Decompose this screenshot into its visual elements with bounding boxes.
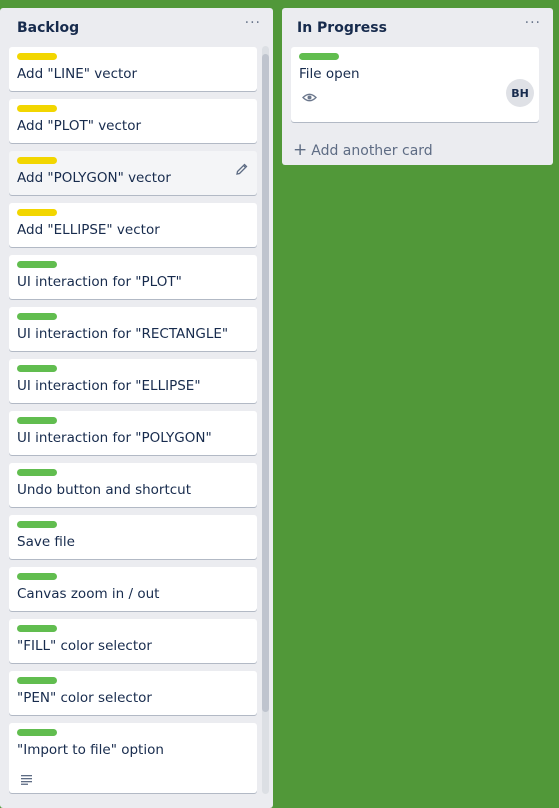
card-label-green	[17, 521, 57, 528]
card-title: Save file	[17, 534, 75, 550]
card-label-yellow	[17, 53, 57, 60]
card[interactable]: Save file	[9, 515, 257, 559]
eye-icon	[302, 88, 317, 107]
card-title: Undo button and shortcut	[17, 482, 192, 498]
add-card-button[interactable]: + Add another card	[293, 140, 433, 160]
card-title: "Import to file" option	[17, 742, 164, 758]
card[interactable]: "Import to file" option	[9, 723, 257, 793]
card-label-green	[17, 573, 57, 580]
card[interactable]: "FILL" color selector	[9, 619, 257, 663]
card-title: File open	[299, 66, 360, 82]
card[interactable]: UI interaction for "RECTANGLE"	[9, 307, 257, 351]
card-title: Canvas zoom in / out	[17, 586, 160, 602]
card[interactable]: Add "PLOT" vector	[9, 99, 257, 143]
card-label-yellow	[17, 157, 57, 164]
card[interactable]: UI interaction for "POLYGON"	[9, 411, 257, 455]
card-label-green	[17, 469, 57, 476]
list-backlog: Backlog ··· Add "LINE" vector Add "PLOT" …	[0, 8, 273, 808]
card-title: "PEN" color selector	[17, 690, 152, 706]
card-label-green	[17, 261, 57, 268]
card-label-green	[17, 365, 57, 372]
list-title[interactable]: In Progress	[297, 20, 387, 36]
card[interactable]: UI interaction for "PLOT"	[9, 255, 257, 299]
card[interactable]: Canvas zoom in / out	[9, 567, 257, 611]
card-title: Add "PLOT" vector	[17, 118, 142, 134]
add-card-label: Add another card	[311, 143, 433, 159]
description-icon	[20, 770, 33, 789]
card[interactable]: UI interaction for "ELLIPSE"	[9, 359, 257, 403]
card-label-green	[17, 625, 57, 632]
card[interactable]: File open BH	[291, 47, 539, 122]
card-label-yellow	[17, 105, 57, 112]
card-title: Add "LINE" vector	[17, 66, 138, 82]
card-title: UI interaction for "PLOT"	[17, 274, 182, 290]
list-menu-button[interactable]: ···	[525, 15, 541, 31]
card[interactable]: Add "POLYGON" vector	[9, 151, 257, 195]
scrollbar-thumb[interactable]	[262, 54, 269, 712]
card-label-green	[17, 313, 57, 320]
card-title: Add "POLYGON" vector	[17, 170, 171, 186]
list-header: Backlog ···	[0, 8, 273, 48]
list-menu-button[interactable]: ···	[245, 15, 261, 31]
card-label-green	[17, 729, 57, 736]
card[interactable]: Add "ELLIPSE" vector	[9, 203, 257, 247]
card-title: UI interaction for "RECTANGLE"	[17, 326, 229, 342]
card-title: UI interaction for "ELLIPSE"	[17, 378, 201, 394]
card-title: UI interaction for "POLYGON"	[17, 430, 212, 446]
edit-pencil-icon[interactable]	[235, 161, 249, 175]
list-header: In Progress ···	[282, 8, 553, 48]
card-title: "FILL" color selector	[17, 638, 152, 654]
card-label-green	[17, 417, 57, 424]
card[interactable]: Add "LINE" vector	[9, 47, 257, 91]
card[interactable]: Undo button and shortcut	[9, 463, 257, 507]
card[interactable]: "PEN" color selector	[9, 671, 257, 715]
list-title[interactable]: Backlog	[17, 20, 79, 36]
card-label-yellow	[17, 209, 57, 216]
card-label-green	[17, 677, 57, 684]
plus-icon: +	[293, 140, 308, 160]
member-avatar[interactable]: BH	[506, 79, 534, 107]
card-label-green	[299, 53, 339, 60]
card-title: Add "ELLIPSE" vector	[17, 222, 160, 238]
list-in-progress: In Progress ··· File open BH + Add another…	[282, 8, 553, 165]
